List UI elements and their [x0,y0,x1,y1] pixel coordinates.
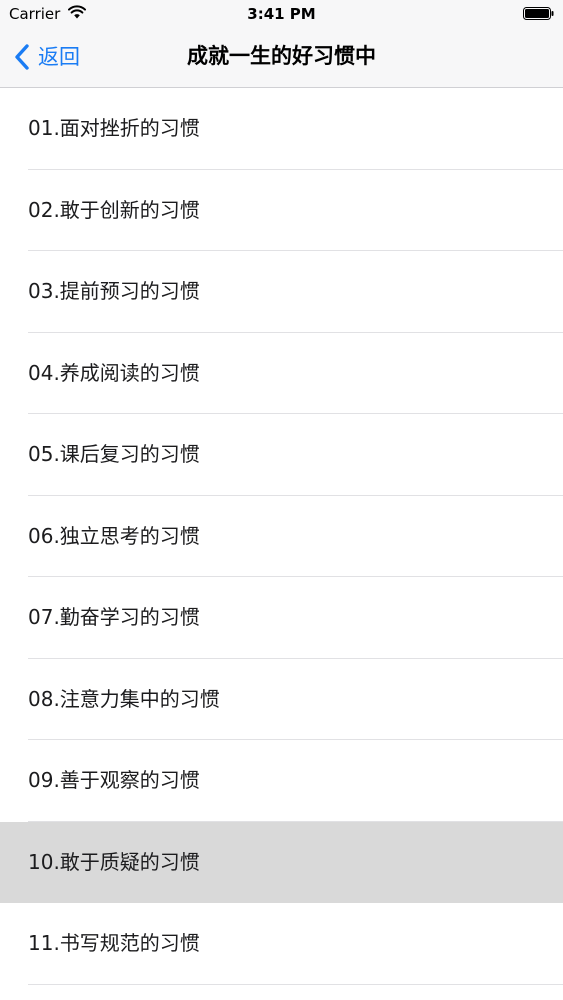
list-item-label: 06.独立思考的习惯 [28,523,200,548]
back-label: 返回 [38,45,80,69]
app-screen: Carrier 3:41 PM 返回 成就一生的好习惯中 01.面对挫折的习惯 … [0,0,563,1000]
navigation-bar: 返回 成就一生的好习惯中 [0,28,563,87]
list-item-label: 09.善于观察的习惯 [28,768,200,792]
status-bar: Carrier 3:41 PM [0,0,563,28]
back-button[interactable]: 返回 [14,41,80,73]
list-item-label: 01.面对挫折的习惯 [28,116,200,140]
list-item-label: 11.书写规范的习惯 [28,931,200,955]
list-item-label: 02.敢于创新的习惯 [28,197,200,222]
chevron-left-icon [15,44,29,70]
list-item-label: 04.养成阅读的习惯 [28,360,200,385]
row-divider [28,983,563,985]
battery-icon [523,7,554,20]
list-item[interactable]: 04.养成阅读的习惯 [0,332,563,414]
list-item[interactable]: 05.课后复习的习惯 [0,414,563,496]
list-item-label: 10.敢于质疑的习惯 [28,849,200,874]
list-item[interactable]: 07.勤奋学习的习惯 [0,577,563,659]
status-time: 3:41 PM [247,5,316,23]
list-item-selected[interactable]: 10.敢于质疑的习惯 [0,821,563,903]
habit-list: 01.面对挫折的习惯 02.敢于创新的习惯 03.提前预习的习惯 04.养成阅读… [0,88,563,985]
list-item-label: 05.课后复习的习惯 [28,442,200,466]
list-item-label: 08.注意力集中的习惯 [28,686,220,711]
list-item-label: 03.提前预习的习惯 [28,279,200,303]
list-item[interactable]: 03.提前预习的习惯 [0,251,563,333]
list-item[interactable]: 09.善于观察的习惯 [0,740,563,822]
page-title: 成就一生的好习惯中 [187,44,376,68]
top-bars: Carrier 3:41 PM 返回 成就一生的好习惯中 [0,0,563,88]
list-item[interactable]: 01.面对挫折的习惯 [0,88,563,170]
list-item[interactable]: 06.独立思考的习惯 [0,495,563,577]
list-item[interactable]: 08.注意力集中的习惯 [0,658,563,740]
list-item[interactable]: 11.书写规范的习惯 [0,903,563,985]
list-item-label: 07.勤奋学习的习惯 [28,605,200,629]
list-item[interactable]: 02.敢于创新的习惯 [0,169,563,251]
